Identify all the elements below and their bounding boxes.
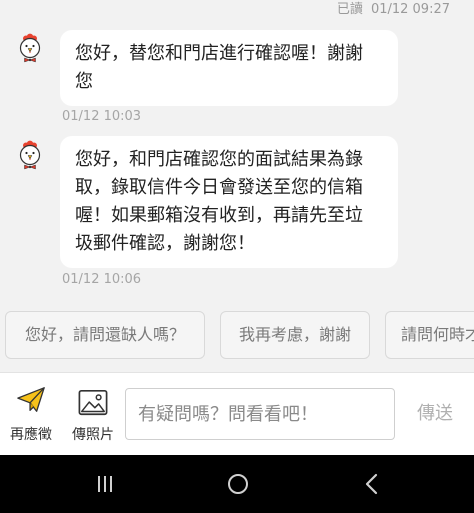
quick-reply-chip[interactable]: 您好，請問還缺人嗎？ — [5, 311, 205, 359]
message-line: 喔！如果郵箱沒有收到，再請先至垃 — [75, 205, 363, 226]
reapply-label: 再應徵 — [10, 427, 52, 443]
reapply-button[interactable]: 再應徵 — [6, 373, 56, 455]
read-receipt: 已讀 01/12 09:27 — [337, 1, 450, 19]
message-line: 您好，替您和門店進行確認喔！謝謝 — [75, 43, 363, 64]
send-button[interactable]: 傳送 — [405, 388, 465, 440]
home-icon[interactable] — [223, 469, 253, 499]
message-time: 01/12 10:06 — [62, 272, 142, 287]
chicken-avatar-icon — [16, 140, 44, 170]
message-bubble: 您好，和門店確認您的面試結果為錄 取，錄取信件今日會發送至您的信箱 喔！如果郵箱… — [60, 136, 398, 268]
quick-reply-chip[interactable]: 我再考慮，謝謝 — [220, 311, 370, 359]
chat-screen: 已讀 01/12 09:27 您好，替您和門店進行確認喔！謝謝 您 01/12 1… — [0, 0, 474, 513]
read-label: 已讀 — [336, 2, 363, 17]
paper-plane-icon — [16, 385, 46, 415]
system-nav-bar — [0, 455, 474, 513]
send-photo-button[interactable]: 傳照片 — [68, 373, 118, 455]
send-photo-label: 傳照片 — [72, 427, 114, 443]
message-line: 取，錄取信件今日會發送至您的信箱 — [75, 177, 363, 198]
chicken-avatar-icon — [16, 33, 44, 63]
message-line: 圾郵件確認，謝謝您！ — [75, 233, 255, 254]
quick-reply-bar: 您好，請問還缺人嗎？ 我再考慮，謝謝 請問何時才 — [0, 311, 474, 361]
input-bar: 再應徵 傳照片 傳送 — [0, 372, 474, 455]
recents-icon[interactable] — [90, 469, 120, 499]
message-line: 您好，和門店確認您的面試結果為錄 — [75, 149, 363, 170]
read-time: 01/12 09:27 — [370, 2, 450, 17]
image-icon — [78, 388, 108, 418]
back-icon[interactable] — [357, 469, 387, 499]
quick-reply-chip[interactable]: 請問何時才 — [385, 311, 474, 359]
message-bubble: 您好，替您和門店進行確認喔！謝謝 您 — [60, 30, 398, 106]
message-input[interactable] — [125, 388, 395, 440]
message-line: 您 — [75, 71, 93, 92]
message-time: 01/12 10:03 — [62, 109, 142, 124]
